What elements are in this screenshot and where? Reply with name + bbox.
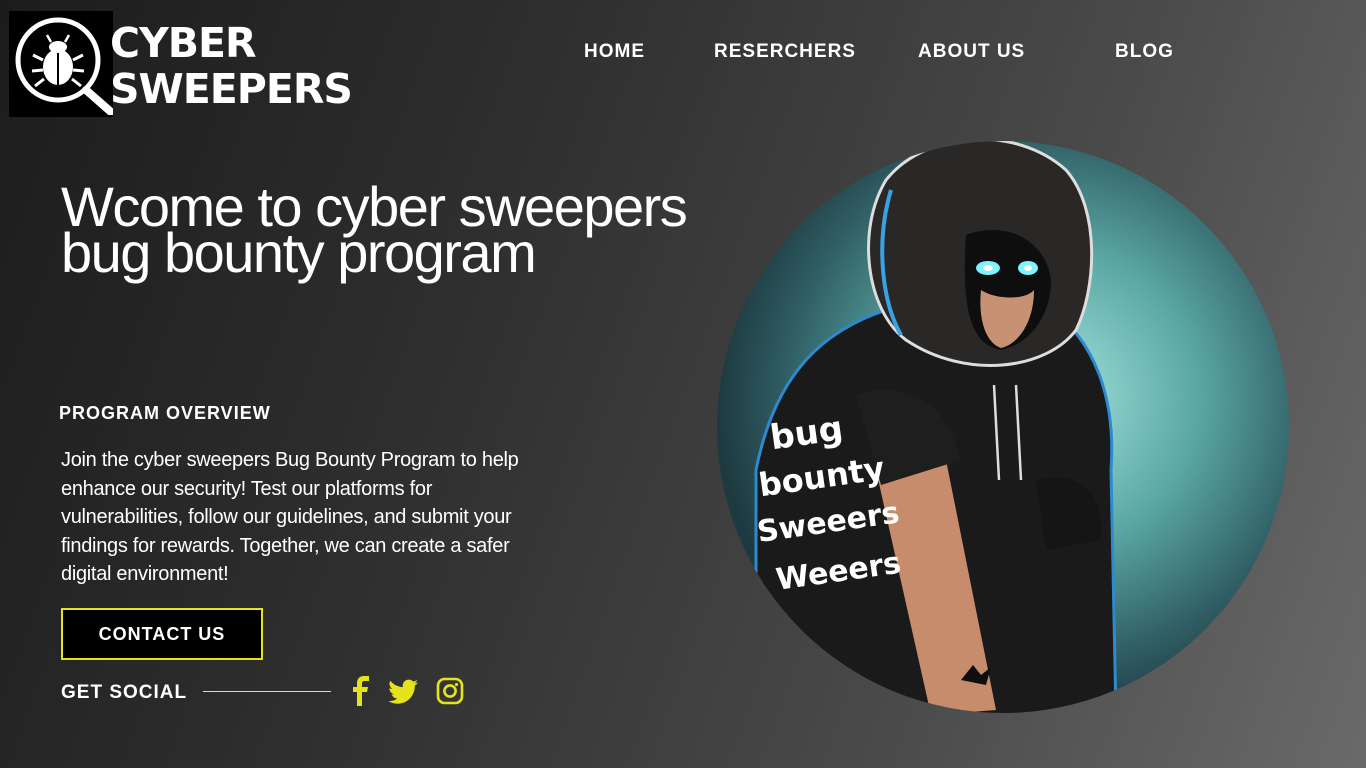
program-overview-heading: PROGRAM OVERVIEW — [59, 403, 271, 423]
brand-line-2: SWEEPERS — [110, 65, 353, 113]
brand-line-1: CYBER — [110, 19, 257, 67]
nav-home[interactable]: HOME — [584, 41, 645, 63]
hooded-hacker-illustration: bug bounty Sweeers Weeers — [717, 141, 1289, 713]
facebook-icon[interactable] — [350, 676, 372, 706]
hero-title: Wcome to cyber sweepers bug bounty progr… — [61, 175, 688, 284]
bug-magnifier-icon — [15, 17, 113, 115]
contact-us-button[interactable]: CONTACT US — [61, 608, 263, 660]
nav-blog[interactable]: BLOG — [1115, 41, 1174, 63]
brand-name[interactable]: CYBER SWEEPERS — [110, 19, 353, 113]
divider — [203, 691, 331, 692]
twitter-icon[interactable] — [387, 676, 419, 706]
logo[interactable] — [9, 11, 113, 117]
nav-researchers[interactable]: RESERCHERS — [714, 41, 856, 63]
program-overview-text: Join the cyber sweepers Bug Bounty Progr… — [61, 449, 519, 585]
get-social-label: GET SOCIAL — [61, 682, 188, 703]
instagram-icon[interactable] — [436, 676, 464, 706]
nav-about-us[interactable]: ABOUT US — [918, 41, 1025, 63]
